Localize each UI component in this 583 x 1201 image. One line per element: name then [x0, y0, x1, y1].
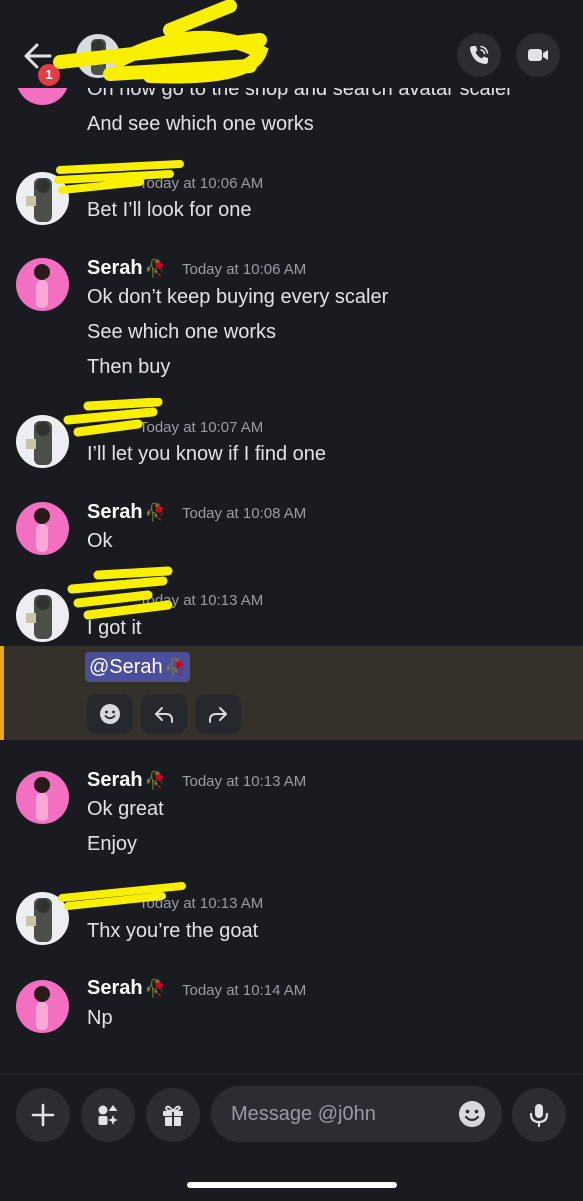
rose-emoji: 🥀 — [164, 658, 186, 677]
add-attachment-button[interactable] — [16, 1088, 70, 1142]
home-indicator — [187, 1182, 397, 1188]
user-mention[interactable]: @Serah 🥀 — [85, 652, 190, 682]
message-text: And see which one works — [87, 113, 314, 135]
phone-call-icon — [470, 45, 489, 64]
message-author[interactable]: Serah 🥀 — [87, 257, 166, 280]
plus-icon — [31, 1103, 55, 1127]
chat-header: 1 — [0, 0, 583, 88]
video-camera-icon — [528, 49, 548, 61]
author-name: Serah — [87, 769, 143, 791]
message-text: Ok — [87, 530, 113, 552]
message-text: Ok don’t keep buying every scaler — [87, 286, 389, 308]
voice-call-button[interactable] — [457, 33, 501, 77]
rose-emoji: 🥀 — [144, 979, 166, 998]
avatar[interactable] — [16, 172, 69, 225]
message-input-placeholder: Message @j0hn — [231, 1103, 376, 1125]
message-timestamp: Today at 10:08 AM — [182, 505, 307, 522]
microphone-icon — [529, 1104, 549, 1128]
forward-arrow-icon — [209, 707, 227, 723]
avatar[interactable] — [16, 502, 69, 555]
message-timestamp: Today at 10:13 AM — [182, 773, 307, 790]
rose-emoji: 🥀 — [144, 771, 166, 790]
video-call-button[interactable] — [516, 33, 560, 77]
voice-message-button[interactable] — [512, 1088, 566, 1142]
message-author[interactable]: Serah 🥀 — [87, 501, 166, 524]
message-timestamp: Today at 10:06 AM — [182, 261, 307, 278]
mention-text: @Serah — [89, 656, 163, 678]
forward-button[interactable] — [195, 694, 241, 734]
message-text: Bet I’ll look for one — [87, 199, 252, 221]
avatar[interactable] — [16, 589, 69, 642]
author-name: Serah — [87, 977, 143, 999]
notification-badge: 1 — [36, 62, 62, 88]
message-text: Enjoy — [87, 833, 138, 855]
header-avatar[interactable] — [76, 34, 120, 78]
smiley-icon[interactable] — [457, 1099, 487, 1129]
smiley-icon — [100, 704, 120, 724]
message-timestamp: Today at 10:13 AM — [139, 895, 264, 912]
message-text: I got it — [87, 617, 142, 639]
message-timestamp: Today at 10:06 AM — [139, 175, 264, 192]
message-timestamp: Today at 10:13 AM — [139, 592, 264, 609]
avatar[interactable] — [16, 892, 69, 945]
gift-icon — [163, 1105, 183, 1126]
avatar[interactable] — [16, 258, 69, 311]
message-text: Np — [87, 1007, 113, 1029]
message-text: I’ll let you know if I find one — [87, 443, 327, 465]
message-text: Ok great — [87, 798, 164, 820]
message-timestamp: Today at 10:07 AM — [139, 419, 264, 436]
avatar[interactable] — [16, 771, 69, 824]
message-text: Thx you’re the goat — [87, 920, 259, 942]
message-text: See which one works — [87, 321, 276, 343]
reply-arrow-icon — [155, 707, 173, 723]
apps-button[interactable] — [81, 1088, 135, 1142]
rose-emoji: 🥀 — [144, 259, 166, 278]
message-text: Then buy — [87, 356, 171, 378]
message-timestamp: Today at 10:14 AM — [182, 982, 307, 999]
avatar[interactable] — [16, 415, 69, 468]
avatar[interactable] — [16, 980, 69, 1033]
message-author[interactable]: Serah 🥀 — [87, 977, 166, 1000]
apps-icon — [98, 1105, 118, 1125]
message-author[interactable]: Serah 🥀 — [87, 769, 166, 792]
author-name: Serah — [87, 501, 143, 523]
author-name: Serah — [87, 257, 143, 279]
message-input[interactable]: Message @j0hn — [211, 1086, 502, 1142]
gift-button[interactable] — [146, 1088, 200, 1142]
rose-emoji: 🥀 — [144, 503, 166, 522]
add-reaction-button[interactable] — [87, 694, 133, 734]
reply-button[interactable] — [141, 694, 187, 734]
